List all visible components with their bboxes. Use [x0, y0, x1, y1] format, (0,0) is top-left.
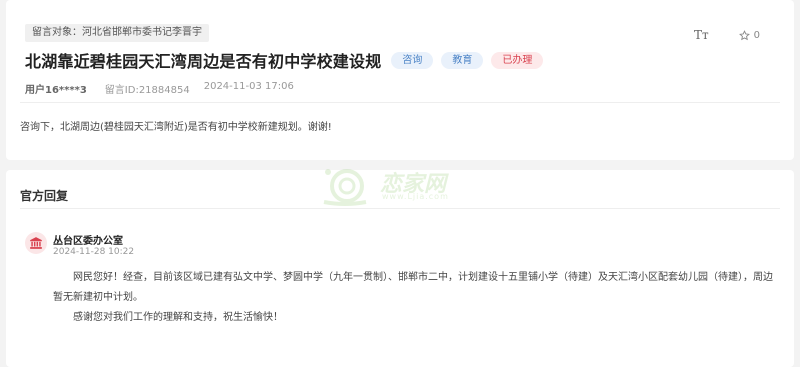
tag-consult: 咨询 [391, 51, 434, 69]
reply-paragraph: 网民您好！经查，目前该区域已建有弘文中学、梦圆中学（九年一贯制）、邯郸市二中，计… [53, 272, 773, 303]
star-count: 0 [753, 29, 760, 41]
message-target: 留言对象：河北省邯郸市委书记李晋宇 [25, 24, 209, 42]
message-datetime: 2024-11-03 17:06 [203, 81, 294, 92]
reply-time: 2024-11-28 10:22 [53, 247, 135, 257]
reply-paragraph: 感谢您对我们工作的理解和支持，祝生活愉快！ [73, 312, 283, 323]
status-badge: 已办理 [491, 51, 544, 69]
message-content: 咨询下，北湖周边(碧桂园天汇湾附近)是否有初中学校新建规划。谢谢! [20, 122, 332, 133]
divider [20, 208, 780, 209]
font-size-icon[interactable]: Tт [694, 28, 709, 42]
snail-logo-icon [323, 169, 367, 206]
watermark-logo: 恋家网 www.Ljia.com [320, 162, 460, 210]
org-avatar [25, 232, 47, 254]
reply-body: 网民您好！经查，目前该区域已建有弘文中学、梦圆中学（九年一贯制）、邯郸市二中，计… [53, 268, 773, 328]
divider [20, 102, 780, 103]
page-title: 北湖靠近碧桂园天汇湾周边是否有初中学校建设规 [25, 52, 382, 71]
star-icon [738, 29, 750, 40]
message-id: 留言ID:21884854 [104, 85, 190, 96]
section-title: 官方回复 [20, 189, 69, 203]
favorite-button[interactable]: 0 [738, 29, 760, 41]
watermark-url: www.Ljia.com [382, 192, 449, 201]
user-name: 用户16****3 [25, 85, 87, 96]
meta-row: 用户16****3 留言ID:21884854 2024-11-03 17:06 [25, 81, 294, 96]
government-building-icon [30, 237, 42, 249]
toolbar: Tт 0 [694, 28, 760, 42]
tag-education: 教育 [441, 51, 484, 69]
org-name: 丛台区委办公室 [53, 236, 123, 247]
title-row: 北湖靠近碧桂园天汇湾周边是否有初中学校建设规 咨询 教育 已办理 [25, 48, 544, 72]
